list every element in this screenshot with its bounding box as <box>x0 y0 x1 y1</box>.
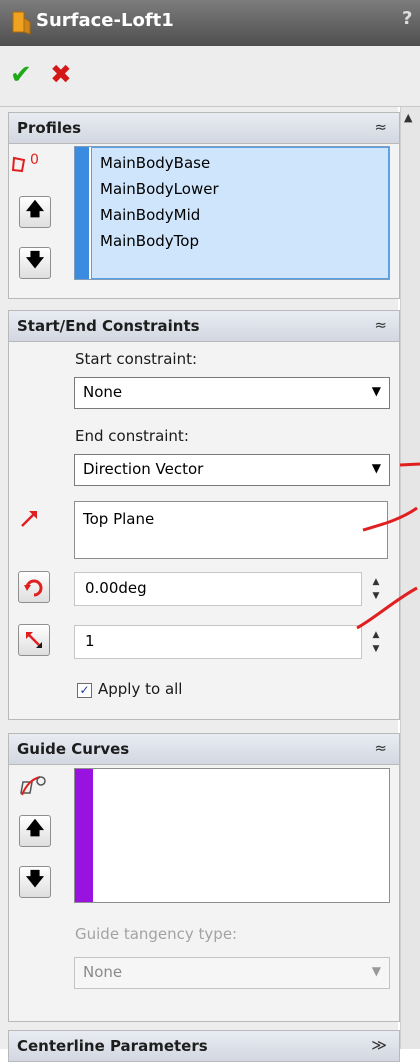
cancel-x-icon[interactable]: ✖ <box>50 62 72 88</box>
guide-tangency-value: None <box>83 963 123 981</box>
guide-curves-header[interactable]: Guide Curves ≈ <box>9 734 399 765</box>
centerline-header[interactable]: Centerline Parameters ≫ <box>9 1031 399 1062</box>
move-down-button[interactable]: 🡇 <box>19 247 51 279</box>
down-arrow-icon: 🡇 <box>25 250 45 271</box>
end-constraint-select[interactable]: Direction Vector ▼ <box>74 454 390 486</box>
start-constraint-select[interactable]: None ▼ <box>74 377 390 409</box>
help-button[interactable]: ? <box>402 8 412 29</box>
draft-angle-input[interactable]: 0.00deg <box>74 572 362 606</box>
list-item[interactable]: MainBodyBase <box>100 154 210 172</box>
apply-to-all-label: Apply to all <box>98 680 183 698</box>
profiles-header[interactable]: Profiles ≈ <box>9 113 399 144</box>
profiles-list-color-bar <box>75 147 89 279</box>
surface-loft-icon <box>12 11 31 35</box>
list-item[interactable]: MainBodyTop <box>100 232 199 250</box>
start-constraint-value: None <box>83 383 123 401</box>
up-arrow-icon: 🡅 <box>25 199 45 220</box>
up-arrow-icon: 🡅 <box>25 818 45 839</box>
centerline-title: Centerline Parameters <box>17 1037 208 1055</box>
tangent-length-button[interactable] <box>18 624 50 656</box>
guide-tangency-label: Guide tangency type: <box>75 925 238 943</box>
red-annotation-strokes <box>356 462 420 630</box>
chevron-down-icon: ▼ <box>371 384 381 398</box>
start-constraint-label: Start constraint: <box>75 350 198 368</box>
guide-curves-title: Guide Curves <box>17 740 130 758</box>
centerline-group: Centerline Parameters ≫ <box>8 1030 400 1062</box>
direction-reference-value: Top Plane <box>83 510 155 528</box>
profiles-title: Profiles <box>17 119 82 137</box>
tangent-length-value: 1 <box>85 632 95 650</box>
end-constraint-value: Direction Vector <box>83 460 204 478</box>
collapse-chevron-icon[interactable]: ≈ <box>374 739 387 757</box>
expand-chevron-icon[interactable]: ≫ <box>371 1036 387 1054</box>
guide-tangency-select[interactable]: None ▼ <box>74 957 390 989</box>
scroll-up-arrow-icon[interactable]: ▲ <box>404 111 412 124</box>
draft-angle-value: 0.00deg <box>85 579 147 597</box>
collapse-chevron-icon[interactable]: ≈ <box>374 316 387 334</box>
ok-checkmark-icon[interactable]: ✔ <box>10 62 32 88</box>
end-constraint-label: End constraint: <box>75 427 189 445</box>
apply-to-all-checkbox[interactable]: ✓ <box>77 683 92 698</box>
reverse-direction-icon <box>24 579 43 597</box>
move-up-button[interactable]: 🡅 <box>19 196 51 228</box>
guide-curve-icon <box>20 776 46 796</box>
constraints-title: Start/End Constraints <box>17 317 200 335</box>
guide-move-up-button[interactable]: 🡅 <box>19 815 51 847</box>
reverse-direction-button[interactable] <box>18 571 50 603</box>
chevron-down-icon: ▼ <box>371 964 381 978</box>
constraints-header[interactable]: Start/End Constraints ≈ <box>9 311 399 342</box>
profile-sketch-icon: 0 <box>11 152 39 173</box>
guide-move-down-button[interactable]: 🡇 <box>19 866 51 898</box>
guide-curves-list-color-bar <box>75 769 93 902</box>
direction-reference-field[interactable]: Top Plane <box>74 501 388 559</box>
down-arrow-icon: 🡇 <box>25 869 45 890</box>
guide-curves-list[interactable] <box>74 768 390 903</box>
list-item[interactable]: MainBodyMid <box>100 206 200 224</box>
collapse-chevron-icon[interactable]: ≈ <box>374 118 387 136</box>
svg-text:0: 0 <box>30 152 39 168</box>
tangent-length-input[interactable]: 1 <box>74 625 362 659</box>
direction-vector-icon <box>21 511 37 527</box>
window-title: Surface-Loft1 <box>36 10 174 31</box>
tangent-length-icon <box>26 632 42 648</box>
profiles-list[interactable]: MainBodyBase MainBodyLower MainBodyMid M… <box>74 146 390 280</box>
list-item[interactable]: MainBodyLower <box>100 180 219 198</box>
